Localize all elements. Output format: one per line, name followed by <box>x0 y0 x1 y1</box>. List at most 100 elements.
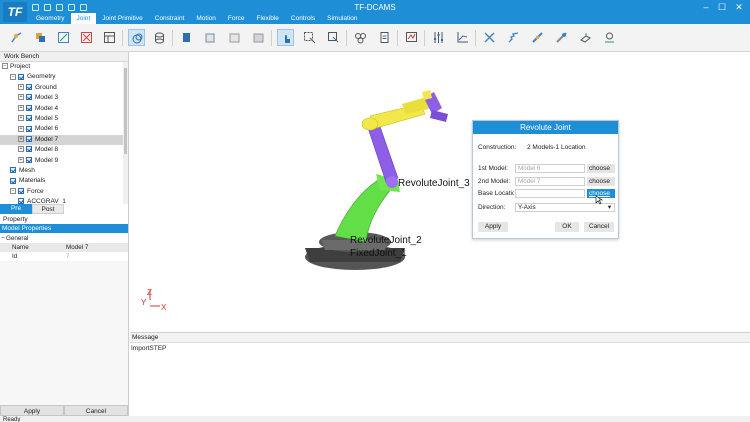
tab-motion[interactable]: Motion <box>190 13 222 24</box>
robot-elbow-joint[interactable] <box>386 176 398 188</box>
visibility-checkbox[interactable] <box>26 115 32 122</box>
collapse-icon[interactable]: − <box>2 63 8 70</box>
tree-item[interactable]: + Ground <box>0 83 124 93</box>
tree-item[interactable]: + Model 7 <box>0 134 124 146</box>
label-fixed-joint-1[interactable]: FixedJoint_1 <box>350 248 407 259</box>
expand-icon[interactable]: + <box>18 125 24 132</box>
expand-icon[interactable]: + <box>18 115 24 122</box>
expand-icon[interactable]: + <box>18 156 24 163</box>
visibility-checkbox[interactable] <box>18 73 24 80</box>
toolbar-pick[interactable] <box>277 29 294 46</box>
toolbar-joint-tool-1[interactable] <box>8 29 25 46</box>
toolbar-lasso-select[interactable] <box>325 29 342 46</box>
tree-item[interactable]: − Geometry <box>0 72 124 82</box>
toolbar-view-top[interactable] <box>226 29 243 46</box>
tab-geometry[interactable]: Geometry <box>30 13 71 24</box>
dialog-apply-button[interactable]: Apply <box>478 222 508 232</box>
label-revolute-joint-2[interactable]: RevoluteJoint_2 <box>350 235 422 246</box>
visibility-checkbox[interactable] <box>26 125 32 132</box>
dialog-ok-button[interactable]: OK <box>555 222 579 232</box>
tab-post[interactable]: Post <box>32 204 64 214</box>
toolbar-tool-7[interactable] <box>151 29 168 46</box>
tab-simulation[interactable]: Simulation <box>321 13 363 24</box>
tree-item[interactable]: + Model 3 <box>0 93 124 103</box>
robot-arm-model[interactable] <box>130 52 750 332</box>
visibility-checkbox[interactable] <box>26 84 32 91</box>
tab-flexible[interactable]: Flexible <box>251 13 285 24</box>
expand-icon[interactable]: + <box>18 146 24 153</box>
toolbar-view-front[interactable] <box>178 29 195 46</box>
tree-item[interactable]: − Project <box>0 62 124 72</box>
tab-pre[interactable]: Pre <box>0 204 32 214</box>
tab-force[interactable]: Force <box>222 13 251 24</box>
visibility-checkbox[interactable] <box>26 104 32 111</box>
toolbar-joint-tool-3[interactable] <box>55 29 72 46</box>
maximize-icon[interactable]: ☐ <box>716 2 728 13</box>
visibility-checkbox[interactable] <box>10 167 16 174</box>
toolbar-view-iso[interactable] <box>250 29 267 46</box>
cancel-button[interactable]: Cancel <box>64 405 128 416</box>
first-model-choose-button[interactable]: choose <box>587 164 615 173</box>
toolbar-joint-tool-5[interactable] <box>101 29 118 46</box>
toolbar-view-side[interactable] <box>202 29 219 46</box>
toolbar-force-1[interactable] <box>481 29 498 46</box>
dialog-cancel-button[interactable]: Cancel <box>584 222 614 232</box>
visibility-checkbox[interactable] <box>18 187 24 194</box>
base-location-field[interactable] <box>515 189 585 198</box>
toolbar-measure[interactable] <box>454 29 471 46</box>
expand-icon[interactable]: + <box>18 136 24 143</box>
robot-gripper-finger[interactable] <box>430 110 448 122</box>
close-icon[interactable]: ✕ <box>733 2 745 13</box>
collapse-icon[interactable]: − <box>10 187 16 194</box>
tree-item[interactable]: + Model 6 <box>0 124 124 134</box>
collapse-icon[interactable]: − <box>1 234 5 243</box>
visibility-checkbox[interactable] <box>26 94 32 101</box>
tab-joint[interactable]: Joint <box>70 13 97 24</box>
3d-viewport[interactable]: RevoluteJoint_3 RevoluteJoint_2 FixedJoi… <box>130 52 750 332</box>
tree-scrollbar[interactable] <box>123 62 128 204</box>
toolbar-plot[interactable] <box>403 29 420 46</box>
scrollbar-thumb[interactable] <box>124 68 127 154</box>
visibility-checkbox[interactable] <box>26 136 32 143</box>
toolbar-tool-doc[interactable] <box>376 29 393 46</box>
expand-icon[interactable]: + <box>18 94 24 101</box>
visibility-checkbox[interactable] <box>26 156 32 163</box>
toolbar-sliders[interactable] <box>430 29 447 46</box>
tree-item[interactable]: + Model 8 <box>0 145 124 155</box>
tree-item[interactable]: Materials <box>0 176 124 186</box>
toolbar-force-2[interactable] <box>505 29 522 46</box>
tree-item[interactable]: + Model 5 <box>0 114 124 124</box>
visibility-checkbox[interactable] <box>26 146 32 153</box>
toolbar-select-body[interactable] <box>128 29 145 46</box>
tab-constraint[interactable]: Constraint <box>149 13 191 24</box>
robot-wrist-hub[interactable] <box>361 117 379 131</box>
toolbar-force-5[interactable] <box>577 29 594 46</box>
toolbar-force-4[interactable] <box>553 29 570 46</box>
toolbar-joint-tool-2[interactable] <box>32 29 49 46</box>
second-model-choose-button[interactable]: choose <box>587 177 615 186</box>
toolbar-joint-tool-4[interactable] <box>78 29 95 46</box>
label-revolute-joint-3[interactable]: RevoluteJoint_3 <box>398 178 470 189</box>
tab-controls[interactable]: Controls <box>285 13 321 24</box>
collapse-icon[interactable]: − <box>10 73 16 80</box>
tree-item[interactable]: ACCGRAV_1 <box>0 197 124 204</box>
property-row-name[interactable]: Name Model 7 <box>0 243 128 252</box>
tab-joint-primitive[interactable]: Joint Primitive <box>96 13 148 24</box>
toolbar-box-select[interactable] <box>301 29 318 46</box>
second-model-field[interactable]: Model 7 <box>515 177 585 186</box>
visibility-checkbox[interactable] <box>10 177 16 184</box>
tree-item[interactable]: + Model 9 <box>0 156 124 166</box>
toolbar-force-3[interactable] <box>529 29 546 46</box>
toolbar-force-6[interactable] <box>601 29 618 46</box>
tree-item[interactable]: + Model 4 <box>0 104 124 114</box>
property-row-id[interactable]: Id 7 <box>0 252 128 261</box>
toolbar-tool-atoms[interactable] <box>352 29 369 46</box>
tree-item[interactable]: Mesh <box>0 166 124 176</box>
first-model-field[interactable]: Model 6 <box>515 164 585 173</box>
minimize-icon[interactable]: – <box>700 2 712 12</box>
apply-button[interactable]: Apply <box>0 405 64 416</box>
tree-item[interactable]: − Force <box>0 187 124 197</box>
expand-icon[interactable]: + <box>18 84 24 91</box>
expand-icon[interactable]: + <box>18 104 24 111</box>
property-group-general[interactable]: − General <box>0 234 128 243</box>
